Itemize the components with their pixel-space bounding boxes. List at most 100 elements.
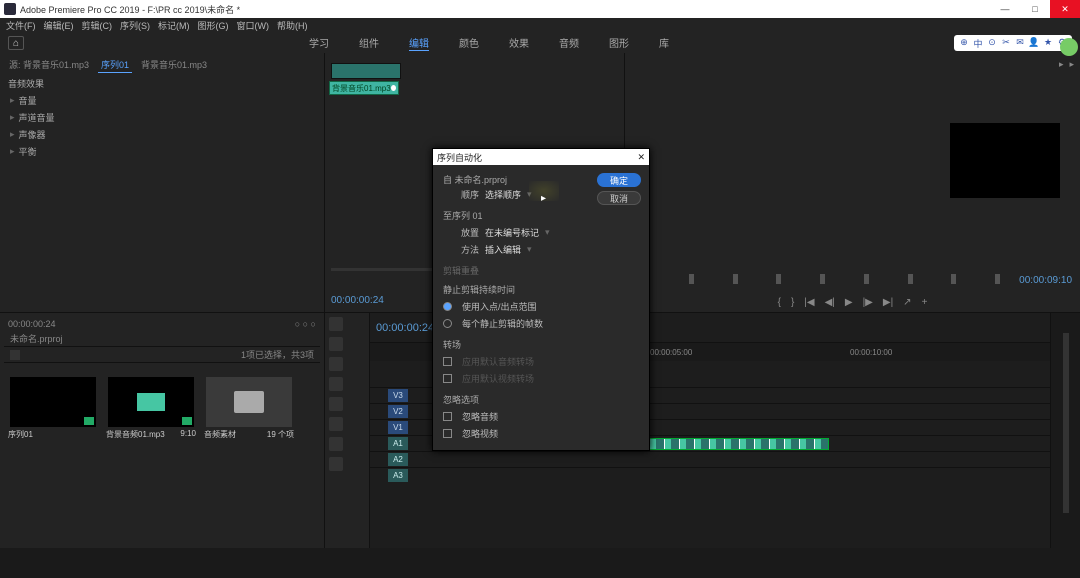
menu-graphics[interactable]: 图形(G) xyxy=(198,19,229,32)
program-top-icon-2[interactable]: ▸ xyxy=(1069,59,1074,70)
check-ignore-audio-label: 忽略音频 xyxy=(462,410,498,423)
radio-frames[interactable] xyxy=(443,319,452,328)
tool-icon-1[interactable]: ⊕ xyxy=(958,37,970,49)
bin-sequence[interactable]: 序列01 xyxy=(8,377,98,440)
workspace-tab-color[interactable]: 颜色 xyxy=(459,35,479,51)
transport-next[interactable]: ▶| xyxy=(883,297,893,308)
filter-icon[interactable] xyxy=(10,350,20,360)
transport-mark-out[interactable]: } xyxy=(791,297,794,308)
transport-step-back[interactable]: ◀| xyxy=(825,297,835,308)
track-a2[interactable]: A2 xyxy=(370,451,1050,467)
check-ignore-audio[interactable] xyxy=(443,412,452,421)
tool-razor[interactable] xyxy=(329,377,343,391)
bin-audio[interactable]: 背景音频01.mp39:10 xyxy=(106,377,196,440)
order-dropdown[interactable]: 选择顺序 xyxy=(485,188,521,201)
transport-export[interactable]: ↗ xyxy=(903,297,911,308)
menu-edit[interactable]: 编辑(E) xyxy=(44,19,74,32)
tool-pen[interactable] xyxy=(329,417,343,431)
cursor-icon: ▸ xyxy=(541,193,546,204)
menu-help[interactable]: 帮助(H) xyxy=(277,19,308,32)
window-close[interactable]: ✕ xyxy=(1050,0,1080,18)
home-button[interactable]: ⌂ xyxy=(8,36,24,50)
program-transport: { } |◀ ◀| ▶ |▶ ▶| ↗ + xyxy=(625,297,1080,308)
tool-icon-4[interactable]: ✂ xyxy=(1000,37,1012,49)
workspace-tab-assembly[interactable]: 组件 xyxy=(359,35,379,51)
ignore-options-title: 忽略选项 xyxy=(443,393,639,406)
method-label: 方法 xyxy=(443,243,479,256)
workspace-tab-edit[interactable]: 编辑 xyxy=(409,35,429,51)
transport-extra[interactable]: + xyxy=(922,297,928,308)
tool-type[interactable] xyxy=(329,457,343,471)
program-monitor: ▸ ▸ 00:00:09:10 { } |◀ ◀| ▶ |▶ ▶| ↗ xyxy=(625,53,1080,312)
menubar: 文件(F) 编辑(E) 剪辑(C) 序列(S) 标记(M) 图形(G) 窗口(W… xyxy=(0,18,1080,33)
program-timecode: 00:00:09:10 xyxy=(1019,275,1072,286)
fx-item-volume[interactable]: ▸音量 xyxy=(6,92,318,109)
transport-play[interactable]: ▶ xyxy=(845,297,853,308)
quick-tools: ⊕ 中 ⊙ ✂ ✉ 👤 ★ ⚙ xyxy=(954,35,1072,51)
dialog-close[interactable]: ✕ xyxy=(637,152,645,163)
cancel-button[interactable]: 取消 xyxy=(597,191,641,205)
tool-icon-2[interactable]: 中 xyxy=(972,37,984,49)
menu-sequence[interactable]: 序列(S) xyxy=(120,19,150,32)
menu-marker[interactable]: 标记(M) xyxy=(158,19,190,32)
source-waveform xyxy=(331,63,401,79)
radio-inout[interactable] xyxy=(443,302,452,311)
source-tab-clip[interactable]: 背景音乐01.mp3 xyxy=(138,57,210,73)
bin-folder[interactable]: 音频素材19 个项 xyxy=(204,377,294,440)
workspace-tab-effects[interactable]: 效果 xyxy=(509,35,529,51)
menu-file[interactable]: 文件(F) xyxy=(6,19,36,32)
fx-item-channel[interactable]: ▸声道音量 xyxy=(6,109,318,126)
project-name: 未命名.prproj xyxy=(10,332,63,345)
source-tabs: 源: 背景音乐01.mp3 序列01 背景音乐01.mp3 xyxy=(6,55,318,75)
source-clip[interactable]: 背景音乐01.mp3 xyxy=(329,81,399,95)
check-audio-transition[interactable] xyxy=(443,357,452,366)
workspace-tab-audio[interactable]: 音频 xyxy=(559,35,579,51)
selection-info: 1项已选择，共3项 xyxy=(241,348,314,361)
window-maximize[interactable]: □ xyxy=(1020,0,1050,18)
ruler-mark-2: 00:00:10:00 xyxy=(850,348,892,357)
still-duration-title: 静止剪辑持续时间 xyxy=(443,283,639,296)
menu-window[interactable]: 窗口(W) xyxy=(237,19,270,32)
tool-selection[interactable] xyxy=(329,317,343,331)
transport-prev[interactable]: |◀ xyxy=(804,297,814,308)
transport-step-fwd[interactable]: |▶ xyxy=(863,297,873,308)
check-ignore-video[interactable] xyxy=(443,429,452,438)
menu-clip[interactable]: 剪辑(C) xyxy=(82,19,113,32)
source-tab-source[interactable]: 源: 背景音乐01.mp3 xyxy=(6,57,92,73)
project-timecode: 00:00:00:24 xyxy=(8,319,56,329)
tool-icon-3[interactable]: ⊙ xyxy=(986,37,998,49)
track-a3[interactable]: A3 xyxy=(370,467,1050,483)
transition-title: 转场 xyxy=(443,338,639,351)
source-timecode: 00:00:00:24 xyxy=(331,295,384,306)
check-ignore-video-label: 忽略视频 xyxy=(462,427,498,440)
placement-dropdown[interactable]: 在未编号标记 xyxy=(485,226,539,239)
fx-item-balance[interactable]: ▸平衡 xyxy=(6,143,318,160)
check-audio-transition-label: 应用默认音频转场 xyxy=(462,355,534,368)
tool-icon-6[interactable]: 👤 xyxy=(1028,37,1040,49)
transport-mark-in[interactable]: { xyxy=(778,297,781,308)
workspace-tab-learn[interactable]: 学习 xyxy=(309,35,329,51)
window-minimize[interactable]: — xyxy=(990,0,1020,18)
tool-icon-7[interactable]: ★ xyxy=(1042,37,1054,49)
program-top-icon-1[interactable]: ▸ xyxy=(1059,59,1064,70)
tool-ripple[interactable] xyxy=(329,357,343,371)
tool-slip[interactable] xyxy=(329,397,343,411)
program-ruler[interactable] xyxy=(645,274,1000,286)
ok-button[interactable]: 确定 xyxy=(597,173,641,187)
fx-item-panner[interactable]: ▸声像器 xyxy=(6,126,318,143)
tool-track-select[interactable] xyxy=(329,337,343,351)
program-video xyxy=(950,123,1060,198)
project-top-icons: ○ ○ ○ xyxy=(295,319,316,329)
method-dropdown[interactable]: 插入编辑 xyxy=(485,243,521,256)
workspace-tab-libraries[interactable]: 库 xyxy=(659,35,669,51)
app-logo xyxy=(4,3,16,15)
workspace-tab-graphics[interactable]: 图形 xyxy=(609,35,629,51)
audio-meter xyxy=(1050,313,1080,548)
placement-label: 放置 xyxy=(443,226,479,239)
source-tab-sequence[interactable]: 序列01 xyxy=(98,57,132,73)
check-video-transition[interactable] xyxy=(443,374,452,383)
workspace-bar: ⌂ 学习 组件 编辑 颜色 效果 音频 图形 库 ⊕ 中 ⊙ ✂ ✉ 👤 ★ ⚙ xyxy=(0,33,1080,53)
tool-hand[interactable] xyxy=(329,437,343,451)
tool-icon-5[interactable]: ✉ xyxy=(1014,37,1026,49)
automate-to-sequence-dialog: 序列自动化 ✕ 确定 取消 ▸ 自 未命名.prproj 顺序 选择顺序 ▾ 至… xyxy=(432,148,650,451)
